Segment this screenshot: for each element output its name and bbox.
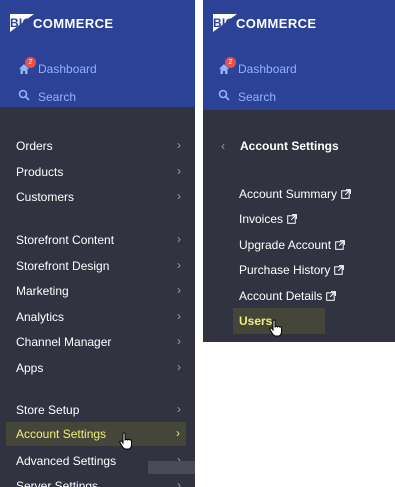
search-label: Search xyxy=(38,90,77,104)
logo-commerce-text: COMMERCE xyxy=(33,16,114,31)
chevron-right-icon: › xyxy=(177,138,181,152)
sidebar-item-account-settings[interactable]: Account Settings › xyxy=(6,422,186,446)
submenu-item-text: Purchase History xyxy=(239,263,345,277)
search-icon xyxy=(218,88,230,106)
external-link-icon xyxy=(335,240,345,250)
submenu-item-label: Account Details xyxy=(239,289,323,303)
submenu-item-text: Upgrade Account xyxy=(239,238,345,252)
hand-cursor-icon xyxy=(119,432,133,455)
main-sidebar: BIG COMMERCE 2 Dashboard Search Orders ›… xyxy=(0,0,195,487)
panel-header: BIG COMMERCE 2 Dashboard Search xyxy=(203,0,395,110)
sidebar-item-server-settings[interactable]: Server Settings › xyxy=(0,474,195,487)
home-icon: 2 xyxy=(218,57,236,75)
home-icon: 2 xyxy=(18,57,36,75)
submenu-item-text: Account Details xyxy=(239,289,337,303)
sidebar-item-label: Customers xyxy=(16,190,75,204)
submenu-item-invoices[interactable]: Invoices xyxy=(203,208,395,230)
external-link-icon xyxy=(326,291,337,301)
sidebar-item-marketing[interactable]: Marketing › xyxy=(0,279,195,303)
submenu-item-label: Purchase History xyxy=(239,263,331,277)
search-link[interactable]: Search xyxy=(218,87,276,107)
submenu-item-text: Account Summary xyxy=(239,187,351,201)
notification-badge: 2 xyxy=(25,57,36,68)
hand-cursor-icon xyxy=(269,319,283,342)
dashboard-label: Dashboard xyxy=(38,62,97,76)
submenu-item-label: Users xyxy=(239,314,273,328)
dashboard-link[interactable]: 2 Dashboard xyxy=(18,57,97,79)
sidebar-item-label: Server Settings xyxy=(16,479,99,487)
chevron-right-icon: › xyxy=(176,426,180,440)
sidebar-item-storefront-content[interactable]: Storefront Content › xyxy=(0,228,195,252)
sidebar-header: BIG COMMERCE 2 Dashboard Search xyxy=(0,0,195,107)
chevron-right-icon: › xyxy=(177,309,181,323)
sidebar-item-label: Storefront Content xyxy=(16,233,115,247)
submenu-item-label: Upgrade Account xyxy=(239,238,332,252)
search-icon xyxy=(18,88,30,106)
sidebar-item-label: Analytics xyxy=(16,310,65,324)
external-link-icon xyxy=(287,214,297,224)
chevron-right-icon: › xyxy=(177,478,181,487)
sidebar-item-store-setup[interactable]: Store Setup › xyxy=(0,398,195,422)
sidebar-item-label: Account Settings xyxy=(16,427,107,441)
notification-badge: 2 xyxy=(225,57,236,68)
hover-tooltip xyxy=(148,461,195,474)
external-link-icon xyxy=(341,189,351,199)
submenu-item-text: Invoices xyxy=(239,212,297,226)
sidebar-item-label: Apps xyxy=(16,361,44,375)
chevron-right-icon: › xyxy=(177,360,181,374)
submenu-item-upgrade-account[interactable]: Upgrade Account xyxy=(203,234,395,256)
search-label: Search xyxy=(238,90,277,104)
sidebar-item-label: Marketing xyxy=(16,284,69,298)
sidebar-item-label: Store Setup xyxy=(16,403,80,417)
logo-big-text: BIG xyxy=(213,16,235,30)
submenu-item-label: Account Summary xyxy=(239,187,338,201)
chevron-right-icon: › xyxy=(177,164,181,178)
chevron-right-icon: › xyxy=(177,334,181,348)
submenu-item-account-summary[interactable]: Account Summary xyxy=(203,183,395,205)
sidebar-item-apps[interactable]: Apps › xyxy=(0,356,195,380)
sidebar-item-storefront-design[interactable]: Storefront Design › xyxy=(0,254,195,278)
submenu-item-account-details[interactable]: Account Details xyxy=(203,285,395,307)
dashboard-label: Dashboard xyxy=(238,62,297,76)
logo-big-text: BIG xyxy=(10,16,32,30)
chevron-right-icon: › xyxy=(177,189,181,203)
sidebar-item-analytics[interactable]: Analytics › xyxy=(0,305,195,329)
sidebar-item-label: Channel Manager xyxy=(16,335,112,349)
panel-title: Account Settings xyxy=(240,139,339,153)
submenu-item-label: Invoices xyxy=(239,212,284,226)
chevron-right-icon: › xyxy=(177,402,181,416)
submenu-item-purchase-history[interactable]: Purchase History xyxy=(203,259,395,281)
sidebar-item-customers[interactable]: Customers › xyxy=(0,185,195,209)
logo-commerce-text: COMMERCE xyxy=(236,16,317,31)
sidebar-item-label: Advanced Settings xyxy=(16,454,117,468)
dashboard-link[interactable]: 2 Dashboard xyxy=(218,57,297,79)
account-settings-panel: BIG COMMERCE 2 Dashboard Search ‹ Accoun… xyxy=(203,0,395,342)
search-link[interactable]: Search xyxy=(18,87,76,107)
external-link-icon xyxy=(334,265,345,275)
sidebar-item-channel-manager[interactable]: Channel Manager › xyxy=(0,330,195,354)
sidebar-item-label: Orders xyxy=(16,139,53,153)
chevron-right-icon: › xyxy=(177,258,181,272)
sidebar-item-label: Storefront Design xyxy=(16,259,110,273)
sidebar-item-label: Products xyxy=(16,165,64,179)
sidebar-item-products[interactable]: Products › xyxy=(0,160,195,184)
chevron-right-icon: › xyxy=(177,283,181,297)
sidebar-item-orders[interactable]: Orders › xyxy=(0,134,195,158)
chevron-right-icon: › xyxy=(177,232,181,246)
back-arrow-icon[interactable]: ‹ xyxy=(221,139,225,153)
